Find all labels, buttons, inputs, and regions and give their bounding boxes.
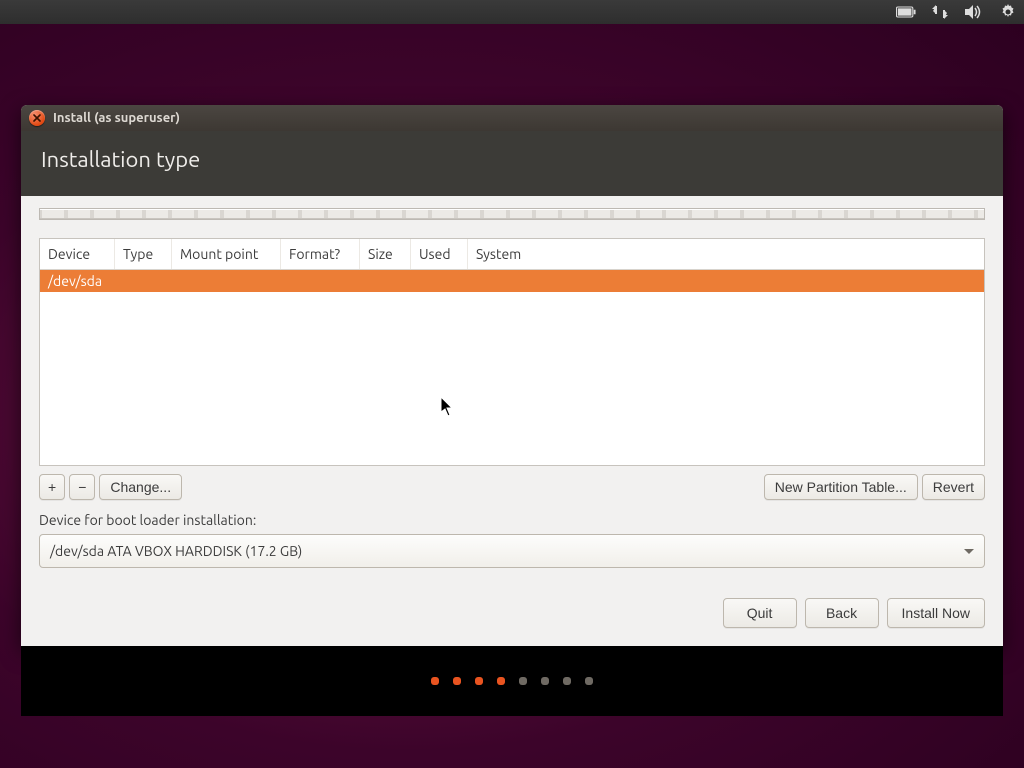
partition-table[interactable]: Device Type Mount point Format? Size Use… <box>39 238 985 466</box>
pager-dot[interactable] <box>585 677 593 685</box>
table-body[interactable]: /dev/sda <box>40 270 984 465</box>
page-heading: Installation type <box>21 131 1003 196</box>
pager-dot[interactable] <box>519 677 527 685</box>
pager-dot[interactable] <box>497 677 505 685</box>
change-partition-button[interactable]: Change... <box>99 474 182 500</box>
col-type[interactable]: Type <box>115 239 172 269</box>
col-device[interactable]: Device <box>40 239 115 269</box>
window-title: Install (as superuser) <box>53 111 180 125</box>
content-area: Device Type Mount point Format? Size Use… <box>21 196 1003 646</box>
pager-dot[interactable] <box>541 677 549 685</box>
bootloader-selected: /dev/sda ATA VBOX HARDDISK (17.2 GB) <box>50 543 302 559</box>
new-partition-table-button[interactable]: New Partition Table... <box>764 474 918 500</box>
cell-device: /dev/sda <box>40 270 110 292</box>
battery-icon[interactable] <box>896 3 916 21</box>
bootloader-label: Device for boot loader installation: <box>39 512 985 528</box>
gear-icon[interactable] <box>998 3 1018 21</box>
col-size[interactable]: Size <box>360 239 411 269</box>
pager-dot[interactable] <box>563 677 571 685</box>
col-mount[interactable]: Mount point <box>172 239 281 269</box>
network-icon[interactable] <box>930 3 950 21</box>
chevron-down-icon <box>964 549 974 554</box>
revert-button[interactable]: Revert <box>922 474 985 500</box>
pager-dot[interactable] <box>431 677 439 685</box>
remove-partition-button[interactable]: − <box>69 474 95 500</box>
window-titlebar[interactable]: Install (as superuser) <box>21 105 1003 131</box>
back-button[interactable]: Back <box>805 598 879 628</box>
col-used[interactable]: Used <box>411 239 468 269</box>
install-now-button[interactable]: Install Now <box>887 598 985 628</box>
installer-window: Install (as superuser) Installation type… <box>21 105 1003 646</box>
col-system[interactable]: System <box>468 239 984 269</box>
partition-toolbar: + − Change... New Partition Table... Rev… <box>39 474 985 500</box>
close-icon[interactable] <box>29 110 45 126</box>
pager-dot[interactable] <box>475 677 483 685</box>
table-header[interactable]: Device Type Mount point Format? Size Use… <box>40 239 984 270</box>
footer-buttons: Quit Back Install Now <box>39 598 985 628</box>
col-format[interactable]: Format? <box>281 239 360 269</box>
volume-icon[interactable] <box>964 3 984 21</box>
partition-usage-strip[interactable] <box>39 208 985 220</box>
top-panel <box>0 0 1024 24</box>
bootloader-combo[interactable]: /dev/sda ATA VBOX HARDDISK (17.2 GB) <box>39 534 985 568</box>
quit-button[interactable]: Quit <box>723 598 797 628</box>
add-partition-button[interactable]: + <box>39 474 65 500</box>
pager-strip <box>21 646 1003 716</box>
pager-dot[interactable] <box>453 677 461 685</box>
table-row[interactable]: /dev/sda <box>40 270 984 292</box>
